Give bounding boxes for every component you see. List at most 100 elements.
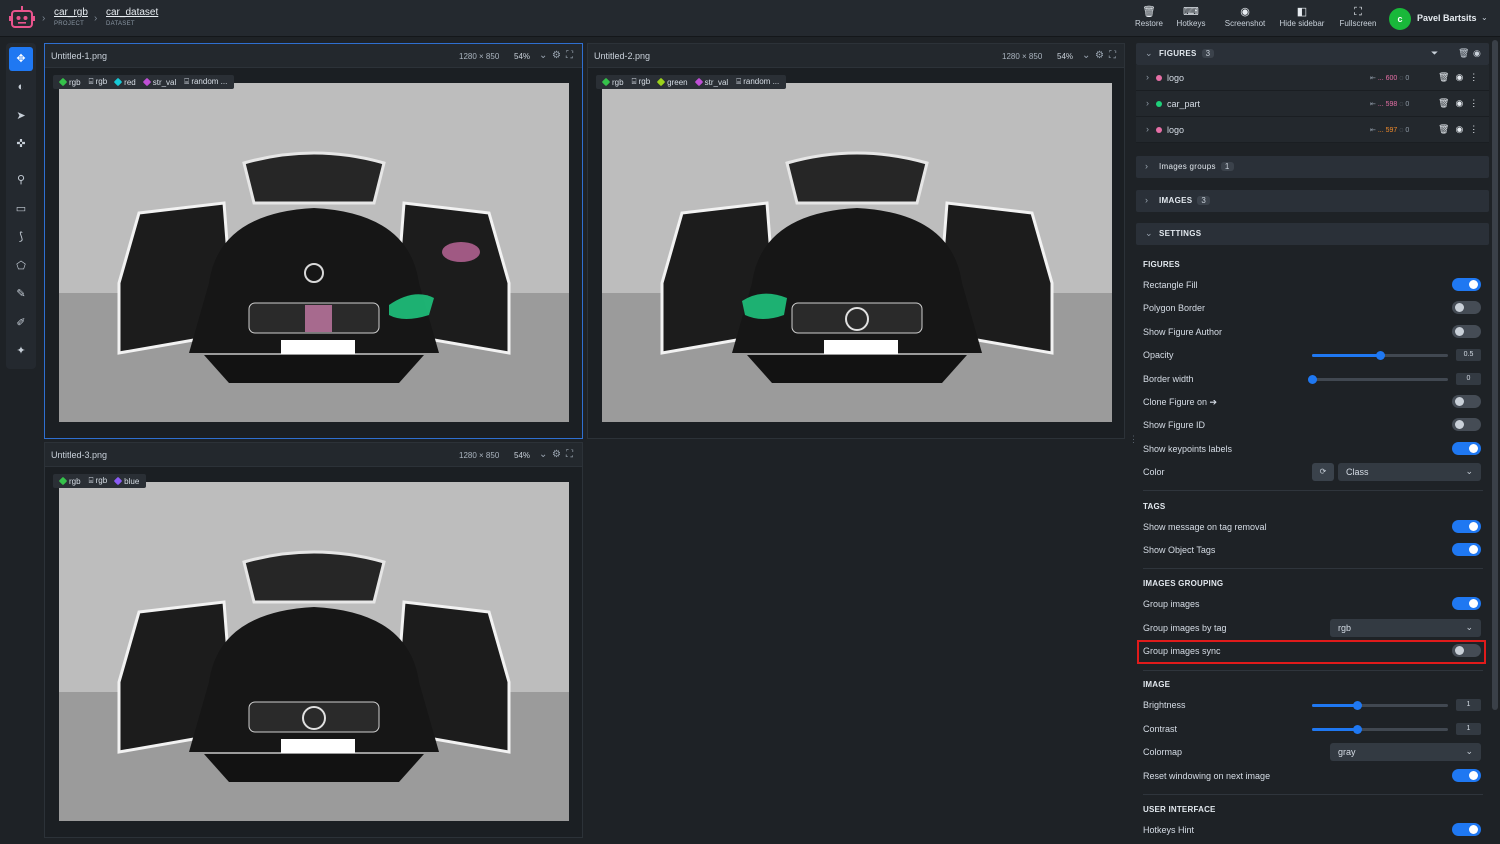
tag-chip[interactable]: green — [656, 77, 688, 87]
contrast-slider[interactable] — [1312, 725, 1448, 734]
chevron-down-icon[interactable]: ⌄ — [1082, 50, 1090, 61]
tag-chip[interactable]: ⌸ random ... — [184, 77, 227, 87]
eraser-tool-icon[interactable]: ✐ — [9, 311, 33, 335]
chevron-down-icon[interactable]: ⌄ — [539, 449, 547, 460]
tag-chip[interactable]: ⌸ rgb — [89, 77, 108, 87]
show-figure-id-toggle[interactable] — [1452, 418, 1481, 431]
group-images-toggle[interactable] — [1452, 597, 1481, 610]
hide-sidebar-button[interactable]: ◧ Hide sidebar — [1276, 5, 1328, 28]
tag-chip[interactable]: ⌸ random ... — [736, 77, 779, 87]
user-name[interactable]: Pavel Bartsits — [1417, 13, 1477, 23]
colormap-select[interactable]: gray ⌄ — [1330, 743, 1481, 761]
expand-icon[interactable]: ⛶ — [1109, 50, 1116, 61]
gear-icon[interactable]: ⚙ — [1095, 50, 1104, 61]
color-mode-select[interactable]: Class ⌄ — [1338, 463, 1481, 481]
sidebar-scrollbar[interactable] — [1492, 40, 1498, 710]
tag-removal-message-toggle[interactable] — [1452, 520, 1481, 533]
rectangle-fill-toggle[interactable] — [1452, 278, 1481, 291]
border-width-slider[interactable] — [1308, 375, 1448, 384]
trash-icon[interactable]: 🗑 — [1458, 48, 1469, 59]
image-panel-3[interactable]: Untitled-3.png 1280 × 850 54% ⌄ ⚙ ⛶ rgb … — [44, 442, 583, 838]
image-canvas[interactable] — [59, 482, 569, 821]
zoom-select[interactable]: 54% — [514, 52, 530, 61]
project-name[interactable]: car_rgb — [54, 7, 88, 18]
tag-chip[interactable]: ⌸ rgb — [89, 476, 108, 486]
opacity-slider[interactable] — [1312, 351, 1448, 360]
settings-section-header[interactable]: ⌄ SETTINGS — [1136, 223, 1489, 245]
chevron-right-icon[interactable]: › — [1146, 72, 1149, 82]
brightness-slider[interactable] — [1312, 701, 1448, 710]
select-arrow-icon[interactable]: ➤ — [9, 104, 33, 128]
move-figure-icon[interactable]: ✜ — [9, 132, 33, 156]
figures-section-header[interactable]: ⌄ FIGURES 3 ⏷ 🗑 ◉ — [1136, 43, 1489, 65]
figure-row[interactable]: › logo ⇤ ... 597 ◌ 0 🗑◉⋮ — [1136, 117, 1489, 143]
tag-chip[interactable]: str_val — [694, 77, 728, 87]
show-figure-author-toggle[interactable] — [1452, 325, 1481, 338]
expand-icon[interactable]: ⛶ — [566, 50, 573, 61]
reset-windowing-toggle[interactable] — [1452, 769, 1481, 782]
gear-icon[interactable]: ⚙ — [552, 449, 561, 460]
tag-chip[interactable]: str_val — [142, 77, 176, 87]
border-width-value[interactable]: 0 — [1456, 373, 1481, 385]
figure-actions[interactable]: 🗑◉⋮ — [1438, 72, 1484, 83]
contrast-value[interactable]: 1 — [1456, 723, 1481, 735]
tag-chip[interactable]: rgb — [58, 77, 81, 87]
breadcrumb-project[interactable]: car_rgb PROJECT — [54, 7, 88, 27]
tag-chip[interactable]: red — [113, 77, 136, 87]
chevron-right-icon[interactable]: › — [1146, 98, 1149, 108]
figure-actions[interactable]: 🗑◉⋮ — [1438, 98, 1484, 109]
chevron-down-icon[interactable]: ⌄ — [539, 50, 547, 61]
expand-icon[interactable]: ⛶ — [566, 449, 573, 460]
pan-tool-icon[interactable]: ✥ — [9, 47, 33, 71]
slider-handle[interactable] — [1376, 351, 1385, 360]
image-panel-2[interactable]: Untitled-2.png 1280 × 850 54% ⌄ ⚙ ⛶ rgb … — [587, 43, 1125, 439]
tag-chip[interactable]: ⌸ rgb — [632, 77, 651, 87]
clone-figure-toggle[interactable] — [1452, 395, 1481, 408]
figure-row[interactable]: › logo ⇤ ... 600 ◌ 0 🗑◉⋮ — [1136, 65, 1489, 91]
eye-icon[interactable]: ◉ — [1473, 48, 1481, 59]
tag-chip[interactable]: blue — [113, 476, 139, 486]
refresh-colors-icon[interactable]: ⟳ — [1312, 463, 1334, 481]
group-images-sync-toggle[interactable] — [1452, 644, 1481, 657]
hotkeys-hint-toggle[interactable] — [1452, 823, 1481, 836]
slider-handle[interactable] — [1308, 375, 1317, 384]
group-by-tag-select[interactable]: rgb ⌄ — [1330, 619, 1481, 637]
chevron-down-icon[interactable]: ⌄ — [1481, 13, 1488, 22]
image-canvas[interactable] — [59, 83, 569, 422]
fullscreen-button[interactable]: ⛶ Fullscreen — [1336, 5, 1380, 28]
images-section-header[interactable]: › IMAGES 3 — [1136, 190, 1489, 212]
app-logo-icon[interactable] — [8, 5, 36, 32]
hotkeys-button[interactable]: ⌨ Hotkeys — [1172, 5, 1210, 28]
tag-chip[interactable]: rgb — [601, 77, 624, 87]
chevron-right-icon[interactable]: › — [1146, 124, 1149, 134]
polygon-border-toggle[interactable] — [1452, 301, 1481, 314]
zoom-select[interactable]: 54% — [1057, 52, 1073, 61]
slider-handle[interactable] — [1352, 725, 1362, 734]
gear-icon[interactable]: ⚙ — [552, 50, 561, 61]
brightness-tool-icon[interactable]: ◐ — [9, 75, 33, 99]
rectangle-tool-icon[interactable]: ▭ — [9, 197, 33, 221]
dataset-name[interactable]: car_dataset — [106, 7, 158, 18]
show-object-tags-toggle[interactable] — [1452, 543, 1481, 556]
breadcrumb-dataset[interactable]: car_dataset DATASET — [106, 7, 158, 27]
slider-handle[interactable] — [1352, 701, 1362, 710]
brightness-value[interactable]: 1 — [1456, 699, 1481, 711]
figure-actions[interactable]: 🗑◉⋮ — [1438, 124, 1484, 135]
images-groups-section-header[interactable]: › Images groups 1 — [1136, 156, 1489, 178]
smart-tool-icon[interactable]: ✦ — [9, 339, 33, 363]
zoom-select[interactable]: 54% — [514, 451, 530, 460]
opacity-value[interactable]: 0.5 — [1456, 349, 1481, 361]
filter-icon[interactable]: ⏷ — [1431, 48, 1438, 59]
polyline-tool-icon[interactable]: ⟆ — [9, 225, 33, 249]
tag-chip[interactable]: rgb — [58, 476, 81, 486]
restore-button[interactable]: 🗑 Restore — [1132, 5, 1166, 28]
screenshot-button[interactable]: ◉ Screenshot — [1220, 5, 1270, 28]
image-panel-1[interactable]: Untitled-1.png 1280 × 850 54% ⌄ ⚙ ⛶ rgb … — [44, 43, 583, 439]
polygon-tool-icon[interactable]: ⬠ — [9, 254, 33, 278]
brush-tool-icon[interactable]: ✎ — [9, 282, 33, 306]
show-keypoints-labels-toggle[interactable] — [1452, 442, 1481, 455]
avatar[interactable]: c — [1389, 8, 1411, 30]
figure-row[interactable]: › car_part ⇤ ... 598 ◌ 0 🗑◉⋮ — [1136, 91, 1489, 117]
image-canvas[interactable] — [602, 83, 1112, 422]
keypoints-tool-icon[interactable]: ⚲ — [9, 168, 33, 192]
